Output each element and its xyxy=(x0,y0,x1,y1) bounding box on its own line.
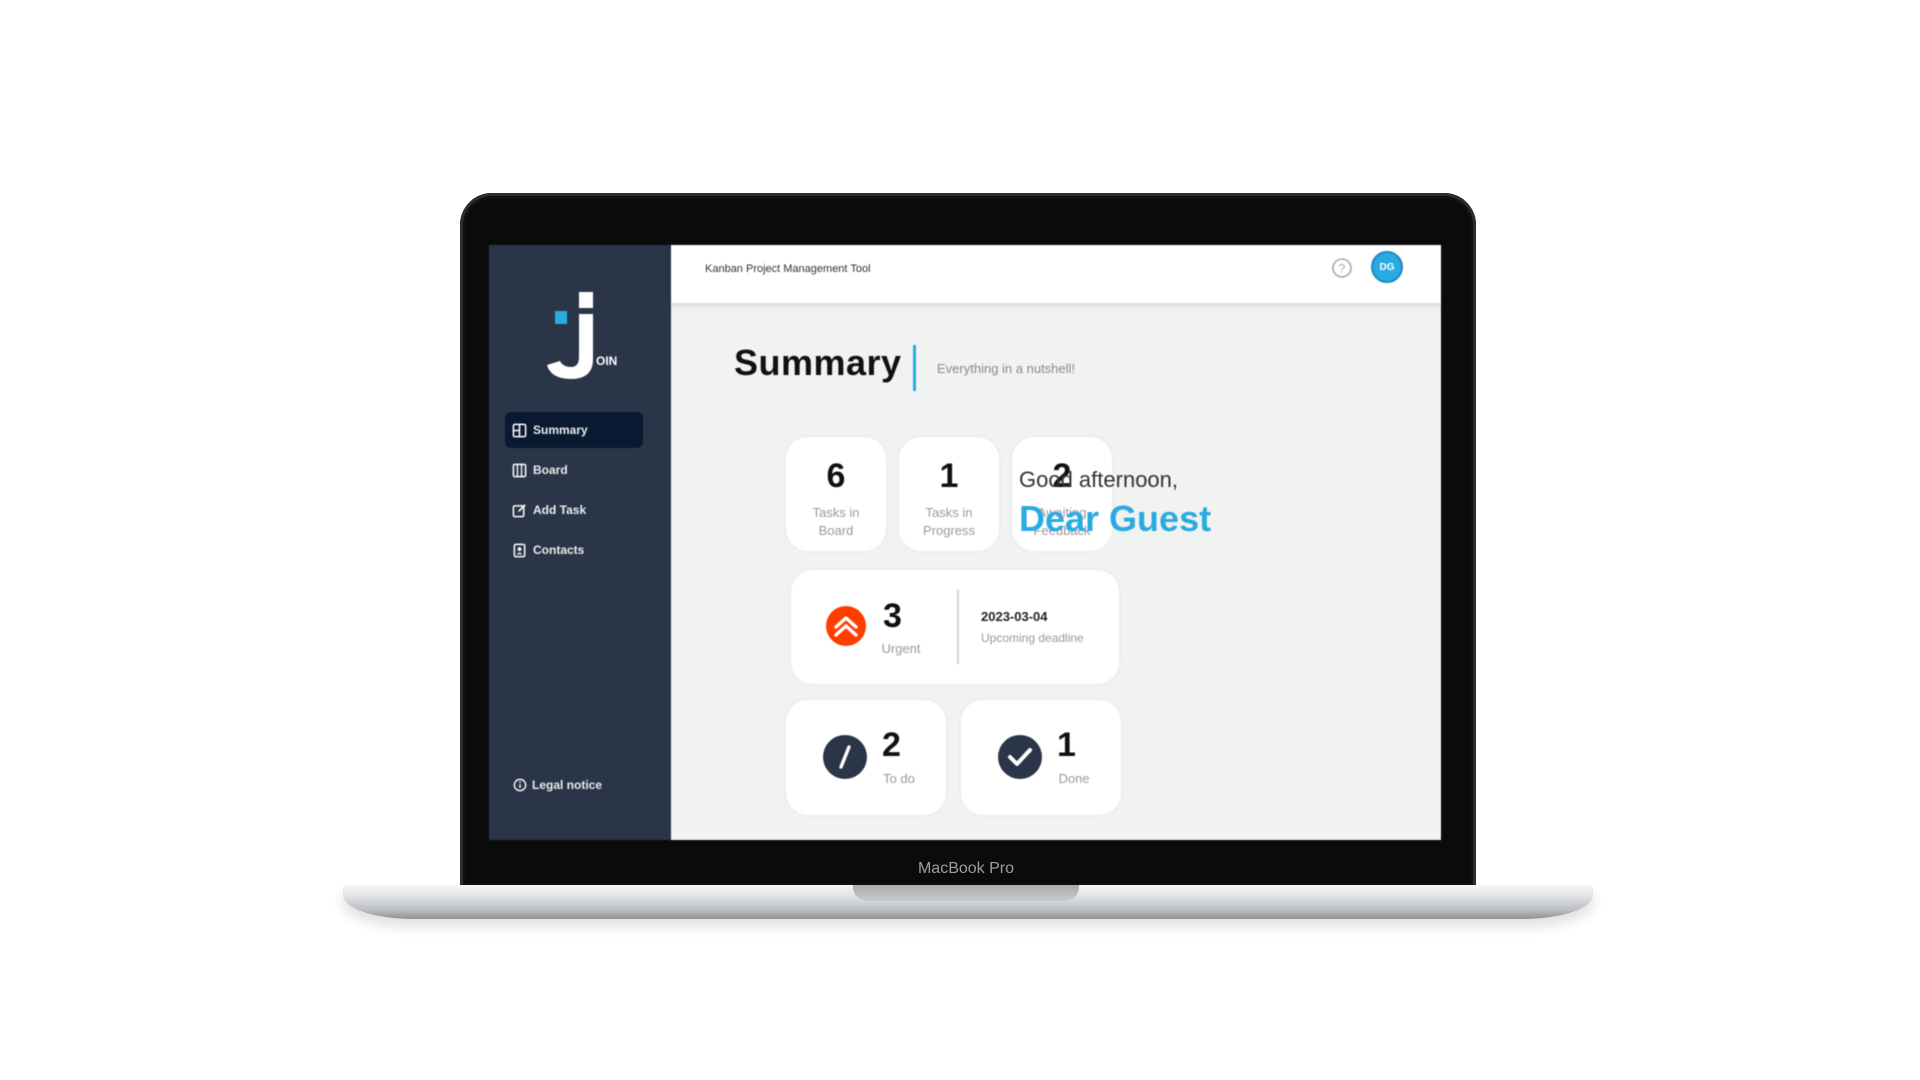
sidebar-item-board[interactable]: Board xyxy=(505,452,643,488)
sidebar: OIN Summary Board Add Task Contacts Lega… xyxy=(489,245,671,840)
laptop-notch xyxy=(853,885,1079,901)
pencil-icon xyxy=(823,735,867,779)
page-subtitle: Everything in a nutshell! xyxy=(937,361,1076,376)
svg-text:?: ? xyxy=(1339,262,1346,276)
add-task-icon xyxy=(512,503,526,517)
check-icon xyxy=(998,735,1042,779)
summary-icon xyxy=(512,423,527,437)
todo-card[interactable]: 2 To do xyxy=(786,700,946,815)
title-divider xyxy=(913,345,916,391)
deadline-date: 2023-03-04 xyxy=(981,609,1048,624)
sidebar-item-label: Board xyxy=(533,463,568,477)
join-logo: OIN xyxy=(547,292,617,379)
done-card[interactable]: 1 Done xyxy=(961,700,1121,815)
app-screen: OIN Summary Board Add Task Contacts Lega… xyxy=(489,245,1441,840)
urgent-count: 3 xyxy=(883,597,902,635)
sidebar-item-summary[interactable]: Summary xyxy=(505,412,643,448)
deadline-label: Upcoming deadline xyxy=(981,631,1084,645)
tasks-in-progress-count: 1 xyxy=(939,457,959,495)
help-icon[interactable]: ? xyxy=(1331,257,1353,279)
sidebar-item-label: Add Task xyxy=(533,503,587,517)
device-label: MacBook Pro xyxy=(917,860,1015,877)
tasks-in-board-label: Tasks in Board xyxy=(812,505,860,538)
info-icon xyxy=(513,778,527,792)
legal-notice-label: Legal notice xyxy=(532,778,603,792)
page-title: Summary xyxy=(734,342,902,383)
urgent-deadline-card[interactable]: 3 Urgent 2023-03-04 Upcoming deadline xyxy=(791,570,1119,684)
board-icon xyxy=(512,463,527,477)
tasks-in-progress-label: Tasks in Progress xyxy=(922,505,976,538)
urgent-priority-icon xyxy=(826,606,866,646)
urgent-label: Urgent xyxy=(881,641,921,656)
tasks-in-board-card[interactable]: 6 Tasks in Board xyxy=(786,437,886,551)
top-header: Kanban Project Management Tool ? DG xyxy=(671,245,1441,303)
tasks-in-board-count: 6 xyxy=(826,457,846,495)
todo-label: To do xyxy=(883,771,915,786)
header-title: Kanban Project Management Tool xyxy=(705,263,871,275)
sidebar-item-add-task[interactable]: Add Task xyxy=(505,492,643,528)
card-divider xyxy=(957,590,959,664)
tasks-in-progress-card[interactable]: 1 Tasks in Progress xyxy=(899,437,999,551)
product-mockup: OIN Summary Board Add Task Contacts Lega… xyxy=(0,0,1920,1080)
todo-count: 2 xyxy=(882,726,901,764)
greeting-name: Dear Guest xyxy=(1019,498,1212,539)
sidebar-item-label: Summary xyxy=(533,423,588,437)
sidebar-item-label: Contacts xyxy=(533,543,585,557)
sidebar-item-contacts[interactable]: Contacts xyxy=(505,532,643,568)
greeting-text: Good afternoon, xyxy=(1019,467,1179,492)
logo-text: OIN xyxy=(596,354,617,368)
done-label: Done xyxy=(1058,771,1090,786)
done-count: 1 xyxy=(1057,726,1076,764)
user-avatar[interactable]: DG xyxy=(1371,251,1403,283)
contacts-icon xyxy=(513,543,526,557)
legal-notice-link[interactable]: Legal notice xyxy=(513,778,602,792)
